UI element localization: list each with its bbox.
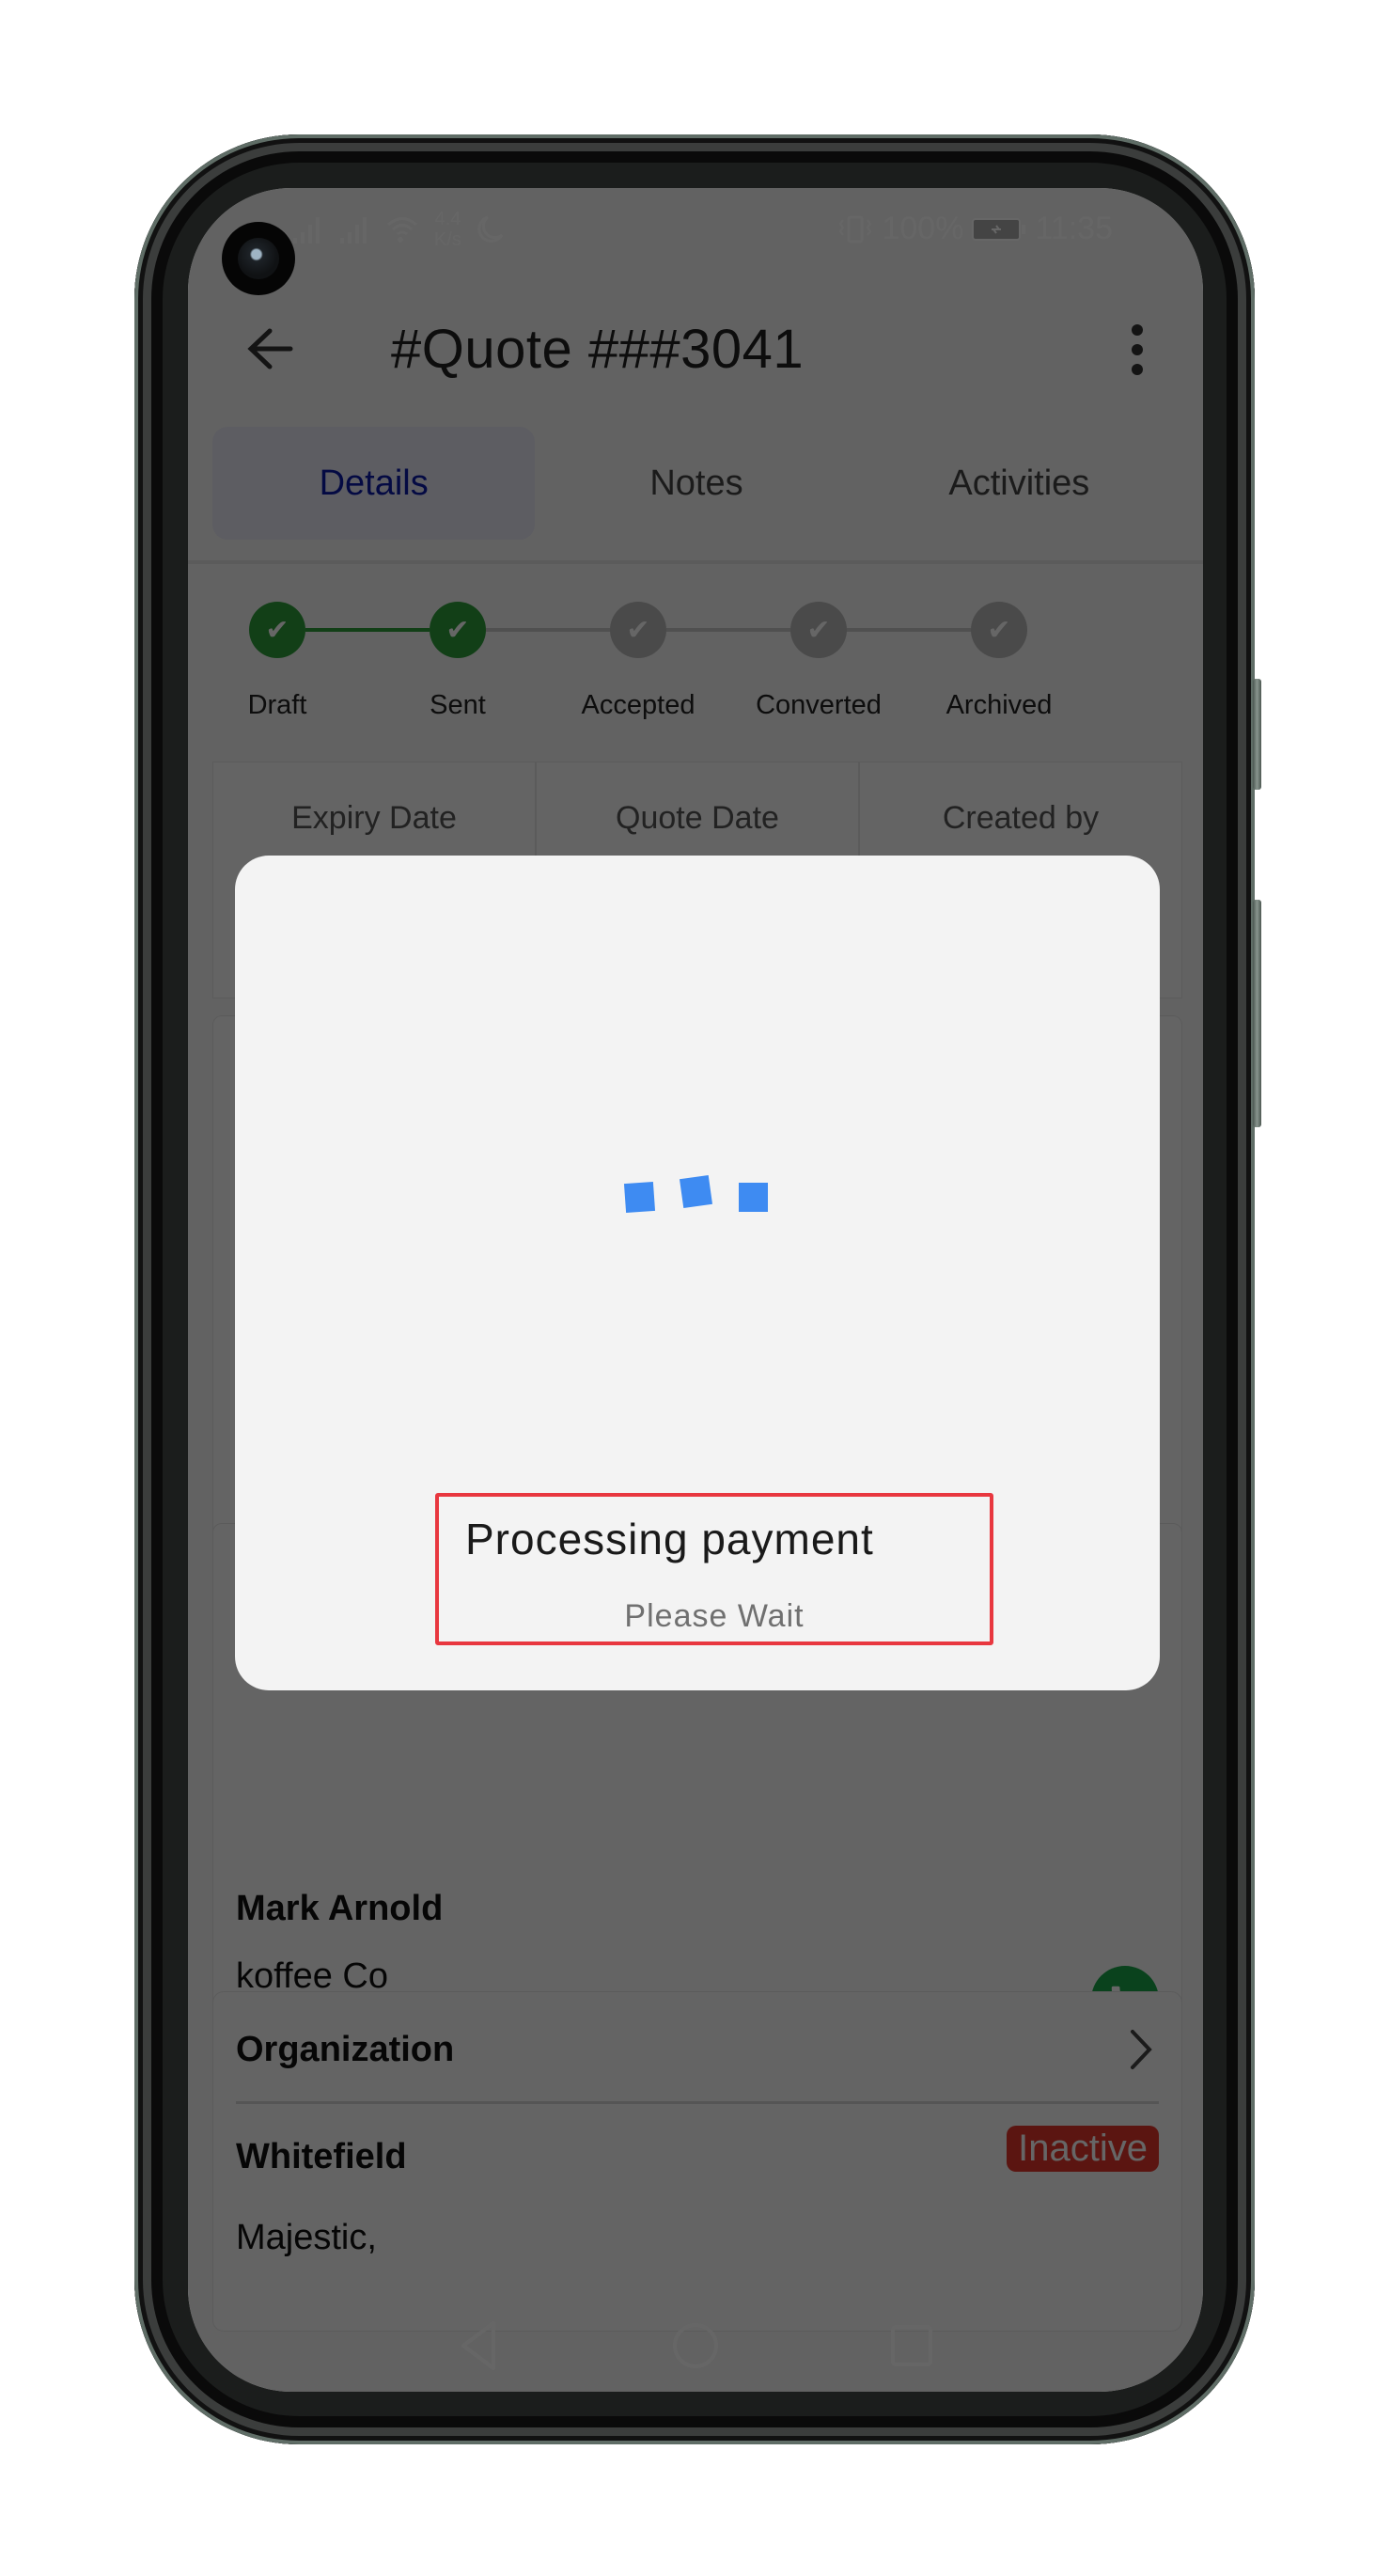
screen: 4.4 K/s 100% 11:35 #Quote ###3041 Detail… [188,188,1203,2392]
volume-button [1253,679,1261,790]
loading-indicator [235,1166,1160,1222]
front-camera [222,222,295,295]
loader-square-icon [623,1181,656,1214]
power-button [1253,900,1261,1127]
loader-square-icon [739,1183,768,1212]
dialog-title: Processing payment [465,1515,874,1563]
processing-message-box: Processing payment Please Wait [435,1493,993,1645]
dialog-subtitle: Please Wait [624,1598,805,1634]
processing-dialog: Processing payment Please Wait [235,856,1160,1690]
loader-square-icon [679,1174,713,1209]
